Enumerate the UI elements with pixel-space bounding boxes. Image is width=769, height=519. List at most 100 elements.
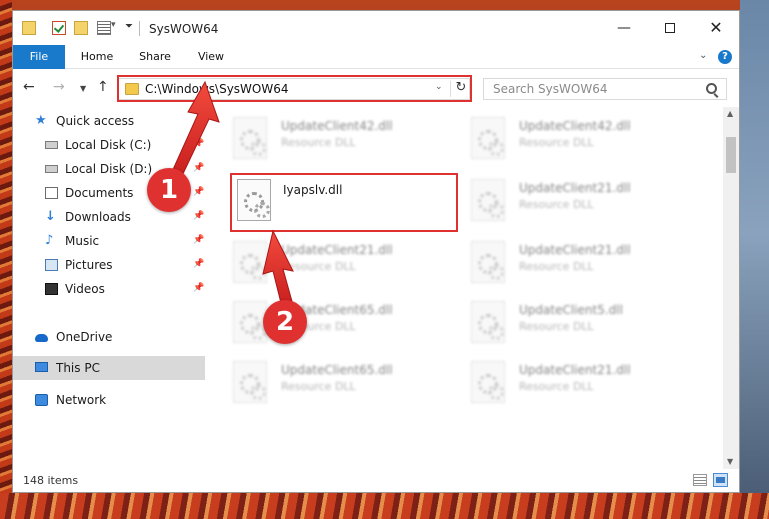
file-explorer-window: ▾ ⏷ SysWOW64 — ✕ File Home Share View ⌄ … <box>12 10 740 493</box>
address-highlight-box <box>117 75 472 102</box>
file-name: UpdateClient65.dll <box>281 363 393 377</box>
file-item[interactable]: UpdateClient42.dll Resource DLL <box>233 117 463 175</box>
sidebar-item-pictures[interactable]: Pictures 📌 <box>13 253 205 277</box>
search-input[interactable]: Search SysWOW64 <box>493 82 607 96</box>
pin-icon[interactable]: 📌 <box>193 139 204 149</box>
dll-file-icon <box>233 241 267 283</box>
drive-icon <box>45 141 58 149</box>
sidebar-item-onedrive[interactable]: OneDrive <box>13 325 205 349</box>
file-highlight-box <box>230 173 458 232</box>
file-name: UpdateClient5.dll <box>519 303 623 317</box>
file-item[interactable]: UpdateClient42.dll Resource DLL <box>471 117 701 175</box>
file-item[interactable]: UpdateClient21.dll Resource DLL <box>471 179 701 237</box>
scroll-up-icon[interactable]: ▲ <box>727 109 733 118</box>
search-box[interactable]: Search SysWOW64 <box>483 78 727 100</box>
help-icon[interactable]: ? <box>718 50 732 64</box>
large-icons-view-icon[interactable] <box>713 473 728 487</box>
forward-arrow-icon[interactable]: → <box>53 79 65 95</box>
up-arrow-icon[interactable]: ↑ <box>97 79 109 95</box>
file-name: UpdateClient21.dll <box>281 243 393 257</box>
video-icon <box>45 283 58 295</box>
chevron-down-icon[interactable]: ▾ <box>111 20 116 30</box>
close-button[interactable]: ✕ <box>693 11 739 45</box>
file-item[interactable]: UpdateClient21.dll Resource DLL <box>471 361 701 419</box>
search-icon[interactable] <box>706 83 717 94</box>
dll-file-icon <box>471 179 505 221</box>
step-2-badge: 2 <box>263 300 307 344</box>
file-type: Resource DLL <box>519 380 594 393</box>
new-folder-icon[interactable] <box>74 21 88 35</box>
properties-list-icon[interactable] <box>97 21 111 35</box>
recent-locations-icon[interactable]: ▼ <box>80 81 86 97</box>
minimize-button[interactable]: — <box>601 11 647 45</box>
music-icon: ♪ <box>45 233 54 248</box>
sidebar-item-local-disk-c[interactable]: Local Disk (C:) 📌 <box>13 133 205 157</box>
file-item[interactable]: UpdateClient5.dll Resource DLL <box>471 301 701 359</box>
file-item[interactable]: UpdateClient21.dll Resource DLL <box>233 241 463 299</box>
sidebar-item-label: Local Disk (C:) <box>65 138 152 152</box>
tab-home[interactable]: Home <box>75 45 119 69</box>
drive-icon <box>45 165 58 173</box>
tab-share[interactable]: Share <box>133 45 177 69</box>
dll-file-icon <box>471 241 505 283</box>
desktop-background-bottom <box>0 493 769 519</box>
pin-icon[interactable]: 📌 <box>193 235 204 245</box>
sidebar-item-network[interactable]: Network <box>13 388 205 412</box>
file-type: Resource DLL <box>519 198 594 211</box>
desktop-background-right <box>740 0 769 519</box>
scrollbar-thumb[interactable] <box>726 137 736 173</box>
pin-icon[interactable]: 📌 <box>193 211 204 221</box>
file-list: UpdateClient42.dll Resource DLL UpdateCl… <box>209 107 723 469</box>
file-name: UpdateClient42.dll <box>281 119 393 133</box>
picture-icon <box>45 259 58 271</box>
tab-view[interactable]: View <box>191 45 231 69</box>
desktop-background-left <box>0 0 12 519</box>
file-type: Resource DLL <box>519 260 594 273</box>
sidebar-item-videos[interactable]: Videos 📌 <box>13 277 205 301</box>
file-name: UpdateClient21.dll <box>519 363 631 377</box>
sidebar-item-this-pc[interactable]: This PC <box>13 356 205 380</box>
file-type: Resource DLL <box>281 136 356 149</box>
file-type: Resource DLL <box>281 380 356 393</box>
file-name: UpdateClient21.dll <box>519 243 631 257</box>
pin-icon[interactable]: 📌 <box>193 187 204 197</box>
dll-file-icon <box>233 361 267 403</box>
scroll-down-icon[interactable]: ▼ <box>727 457 733 466</box>
dll-file-icon <box>471 361 505 403</box>
sidebar-item-label: Documents <box>65 186 134 200</box>
sidebar-item-label: OneDrive <box>56 330 113 344</box>
title-separator <box>139 21 140 36</box>
file-item[interactable]: UpdateClient65.dll Resource DLL <box>233 361 463 419</box>
sidebar-item-label: This PC <box>56 361 100 375</box>
sidebar-item-quick-access[interactable]: ★ Quick access <box>13 109 205 133</box>
maximize-icon <box>665 23 675 33</box>
vertical-scrollbar[interactable]: ▲ ▼ <box>723 107 739 469</box>
sidebar-item-label: Downloads <box>65 210 131 224</box>
customize-toolbar-icon[interactable]: ⏷ <box>125 21 133 32</box>
dll-file-icon <box>471 301 505 343</box>
item-count: 148 items <box>23 474 79 487</box>
cloud-icon <box>35 334 48 342</box>
back-arrow-icon[interactable]: ← <box>23 79 35 95</box>
navigation-pane: ★ Quick access Local Disk (C:) 📌 Local D… <box>13 107 209 469</box>
maximize-button[interactable] <box>647 11 693 45</box>
sidebar-item-label: Pictures <box>65 258 113 272</box>
pin-icon[interactable]: 📌 <box>193 163 204 173</box>
expand-ribbon-icon[interactable]: ⌄ <box>699 50 707 61</box>
download-icon: ↓ <box>45 209 56 224</box>
file-item[interactable]: UpdateClient21.dll Resource DLL <box>471 241 701 299</box>
file-name: UpdateClient21.dll <box>519 181 631 195</box>
document-icon <box>45 187 58 199</box>
pin-icon[interactable]: 📌 <box>193 283 204 293</box>
properties-check-icon[interactable] <box>52 21 66 35</box>
sidebar-item-label: Local Disk (D:) <box>65 162 153 176</box>
folder-icon <box>22 21 36 35</box>
pin-icon[interactable]: 📌 <box>193 259 204 269</box>
details-view-icon[interactable] <box>693 474 707 486</box>
tab-file[interactable]: File <box>13 45 65 69</box>
network-icon <box>35 394 48 406</box>
sidebar-item-music[interactable]: ♪ Music 📌 <box>13 229 205 253</box>
star-icon: ★ <box>35 113 47 128</box>
file-type: Resource DLL <box>519 136 594 149</box>
step-1-badge: 1 <box>147 168 191 212</box>
